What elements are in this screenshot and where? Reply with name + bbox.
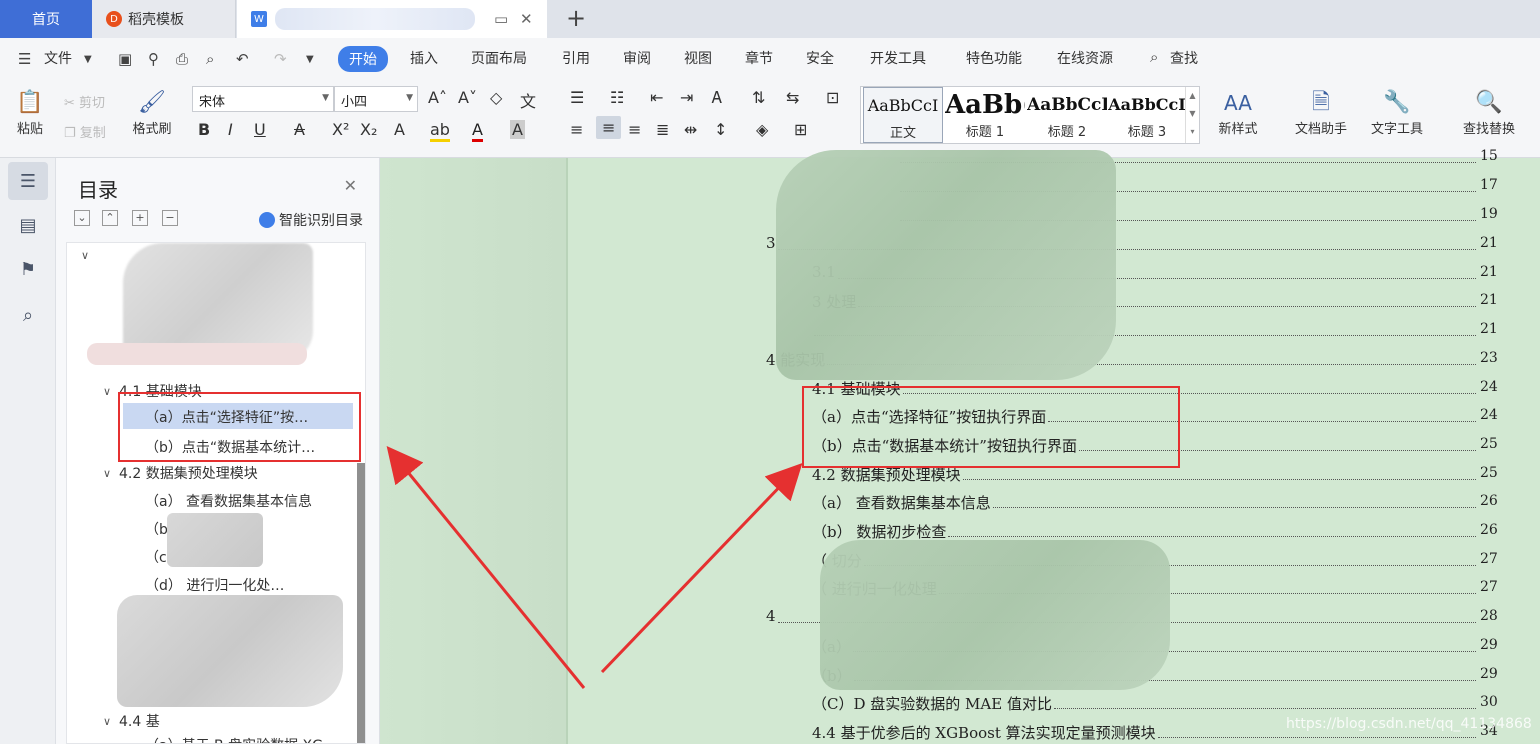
arrow-to-doc <box>600 463 803 674</box>
watermark: https://blog.csdn.net/qq_41134868 <box>1286 716 1532 732</box>
arrow-to-nav <box>386 446 586 689</box>
annotation-arrows <box>386 446 803 689</box>
